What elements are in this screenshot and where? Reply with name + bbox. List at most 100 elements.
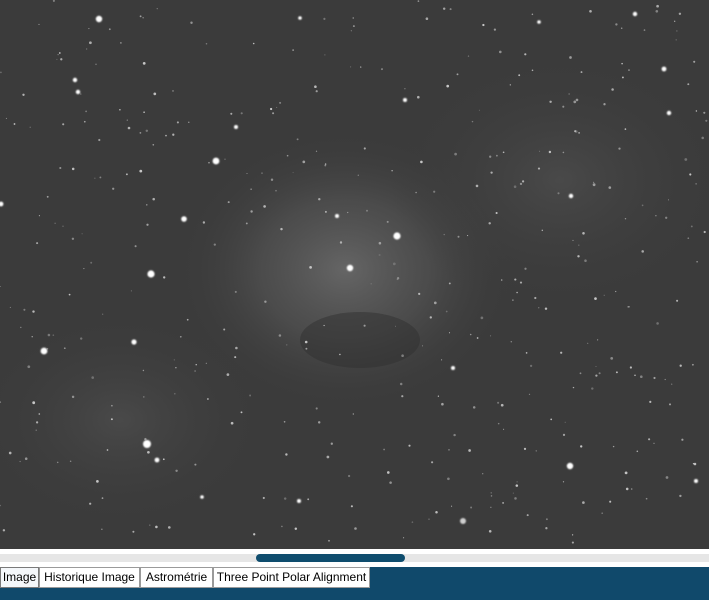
faint-star bbox=[490, 495, 493, 497]
faint-star bbox=[147, 450, 150, 454]
faint-star bbox=[516, 291, 518, 294]
faint-star bbox=[292, 172, 294, 174]
faint-star bbox=[276, 106, 278, 108]
star bbox=[632, 11, 638, 17]
faint-star bbox=[357, 174, 359, 176]
star bbox=[346, 264, 354, 272]
faint-star bbox=[89, 502, 92, 505]
faint-star bbox=[679, 494, 682, 498]
faint-star bbox=[573, 100, 577, 104]
faint-star bbox=[441, 402, 444, 406]
faint-star bbox=[482, 473, 484, 475]
faint-star bbox=[142, 369, 145, 372]
faint-star bbox=[497, 401, 500, 404]
faint-star bbox=[252, 42, 255, 45]
faint-star bbox=[580, 445, 583, 448]
faint-star bbox=[456, 73, 459, 76]
faint-star bbox=[676, 299, 679, 302]
faint-star bbox=[31, 336, 33, 338]
faint-star bbox=[46, 195, 49, 198]
faint-star bbox=[165, 134, 167, 137]
faint-star bbox=[108, 28, 111, 31]
faint-star bbox=[624, 128, 627, 130]
faint-star bbox=[524, 53, 527, 56]
image-viewport[interactable] bbox=[0, 0, 709, 549]
faint-star bbox=[56, 461, 59, 464]
faint-star bbox=[615, 290, 617, 293]
tab-three-point-polar-alignment[interactable]: Three Point Polar Alignment bbox=[213, 567, 370, 588]
faint-star bbox=[502, 151, 505, 154]
faint-star bbox=[296, 138, 299, 141]
faint-star bbox=[62, 225, 64, 227]
faint-star bbox=[441, 359, 443, 361]
faint-star bbox=[315, 90, 318, 93]
faint-star bbox=[601, 512, 604, 515]
faint-star bbox=[32, 401, 36, 405]
faint-star bbox=[476, 337, 479, 339]
faint-star bbox=[589, 9, 592, 13]
faint-star bbox=[112, 187, 115, 190]
faint-star bbox=[548, 150, 552, 154]
faint-star bbox=[451, 505, 453, 507]
faint-star bbox=[693, 60, 696, 63]
faint-star bbox=[404, 88, 406, 90]
faint-star bbox=[703, 230, 706, 234]
scrollbar-thumb[interactable] bbox=[256, 554, 405, 562]
faint-star bbox=[126, 119, 128, 121]
tab-image[interactable]: Image bbox=[0, 567, 39, 588]
faint-star bbox=[194, 370, 197, 372]
faint-star bbox=[472, 406, 476, 409]
faint-star bbox=[578, 244, 580, 246]
faint-star bbox=[628, 69, 630, 71]
faint-star bbox=[705, 119, 708, 122]
faint-star bbox=[431, 461, 434, 464]
faint-star bbox=[250, 210, 253, 213]
faint-star bbox=[318, 198, 321, 201]
faint-star bbox=[205, 42, 208, 45]
faint-star bbox=[206, 398, 209, 400]
faint-star bbox=[283, 497, 287, 500]
faint-star bbox=[653, 376, 656, 380]
faint-star bbox=[245, 222, 248, 225]
faint-star bbox=[695, 110, 698, 112]
star bbox=[181, 216, 187, 222]
faint-star bbox=[582, 501, 585, 504]
tab-image-history[interactable]: Historique Image bbox=[39, 567, 140, 588]
faint-star bbox=[428, 518, 430, 520]
star bbox=[154, 457, 160, 463]
faint-star bbox=[80, 337, 83, 340]
dark-lane bbox=[300, 312, 420, 368]
faint-star bbox=[13, 123, 16, 125]
faint-star bbox=[35, 421, 39, 424]
faint-star bbox=[139, 132, 142, 134]
faint-star bbox=[411, 521, 414, 523]
faint-star bbox=[689, 173, 692, 176]
tab-astrometry[interactable]: Astrométrie bbox=[140, 567, 213, 588]
faint-star bbox=[262, 496, 265, 500]
faint-star bbox=[433, 190, 436, 193]
faint-star bbox=[500, 403, 504, 407]
faint-star bbox=[692, 463, 695, 465]
horizontal-scrollbar[interactable] bbox=[0, 549, 709, 567]
faint-star bbox=[324, 210, 327, 213]
faint-star bbox=[550, 418, 553, 421]
faint-star bbox=[226, 373, 230, 376]
faint-star bbox=[678, 12, 682, 15]
faint-star bbox=[278, 334, 282, 337]
faint-star bbox=[143, 111, 145, 114]
faint-star bbox=[389, 481, 392, 484]
faint-star bbox=[23, 308, 26, 311]
faint-star bbox=[120, 42, 122, 44]
faint-star bbox=[475, 184, 479, 188]
faint-star bbox=[521, 180, 525, 183]
faint-star bbox=[620, 27, 623, 29]
star bbox=[460, 518, 466, 524]
faint-star bbox=[401, 395, 404, 398]
faint-star bbox=[539, 150, 541, 152]
faint-star bbox=[629, 366, 633, 369]
faint-star bbox=[668, 199, 669, 201]
faint-star bbox=[429, 316, 432, 319]
faint-star bbox=[664, 378, 666, 381]
faint-star bbox=[132, 530, 135, 533]
faint-star bbox=[22, 93, 25, 96]
